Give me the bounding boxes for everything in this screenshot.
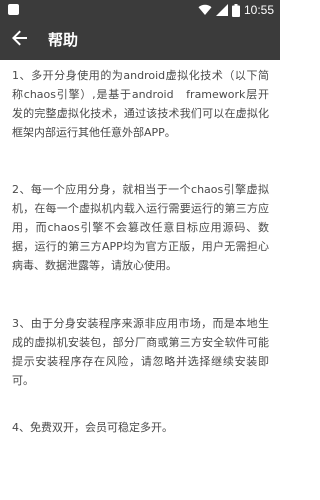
help-paragraph-2: 2、每一个应用分身，就相当于一个chaos引擎虚拟机，在每一个虚拟机内载入运行需…	[12, 183, 269, 272]
signal-icon	[215, 4, 228, 16]
status-time: 10:55	[243, 3, 274, 17]
status-icons: 10:55	[198, 2, 274, 18]
help-paragraph-4: 4、免费双开，会员可稳定多开。	[12, 421, 173, 434]
app-bar: 帮助	[0, 20, 280, 60]
wifi-icon	[198, 4, 212, 16]
page-title: 帮助	[48, 31, 79, 49]
notification-icon	[8, 4, 20, 16]
arrow-left-icon	[12, 30, 28, 50]
help-screen: 10:55 帮助 1、多开分身使用的为android虚拟化技术（以下简称chao…	[0, 0, 280, 500]
help-paragraph-1: 1、多开分身使用的为android虚拟化技术（以下简称chaos引擎）,是基于a…	[12, 69, 269, 139]
help-paragraph-3: 3、由于分身安装程序来源非应用市场，而是本地生成的虚拟机安装包，部分厂商或第三方…	[12, 317, 269, 387]
status-bar: 10:55	[0, 0, 280, 20]
back-button[interactable]	[4, 24, 36, 56]
battery-icon	[231, 3, 240, 17]
